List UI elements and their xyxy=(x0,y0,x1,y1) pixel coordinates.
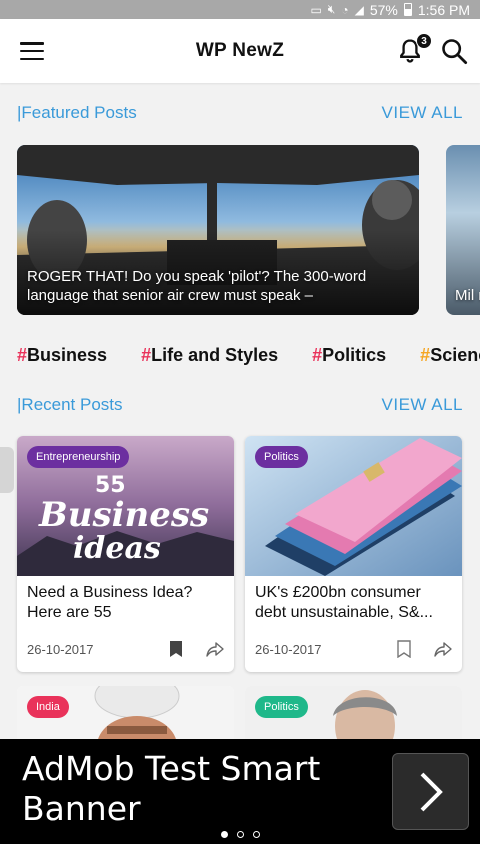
search-icon[interactable] xyxy=(440,37,468,65)
category-hash: # xyxy=(17,345,28,365)
bookmark-outline-icon[interactable] xyxy=(396,640,412,658)
featured-header: |Featured Posts VIEW ALL xyxy=(17,103,463,123)
featured-view-all-button[interactable]: VIEW ALL xyxy=(382,103,463,123)
wifi-icon: ◔ xyxy=(341,2,349,17)
post-category-tag[interactable]: India xyxy=(27,696,69,718)
post-category-tag[interactable]: Politics xyxy=(255,696,308,718)
recent-post-card[interactable]: Politics UK's £200bn consumer debt unsus… xyxy=(245,436,462,672)
app-screen: ▭ 🔇︎ ◔ ◢ 57% 1:56 PM WP NewZ 3 |Featured… xyxy=(0,0,480,844)
page-dot xyxy=(252,831,260,838)
recent-header: |Recent Posts VIEW ALL xyxy=(17,395,463,415)
category-hash: # xyxy=(312,345,323,365)
signal-icon: ◢ xyxy=(354,2,364,17)
post-actions xyxy=(396,640,452,658)
notification-badge: 3 xyxy=(416,33,432,49)
recent-view-all-button[interactable]: VIEW ALL xyxy=(382,395,463,415)
clock: 1:56 PM xyxy=(417,1,470,18)
post-date: 26-10-2017 xyxy=(255,641,322,657)
category-chips: #Business #Life and Styles #Politics #Sc… xyxy=(17,345,480,366)
category-hash: # xyxy=(141,345,152,365)
image-text-ideas: ideas xyxy=(73,531,161,566)
page-dot xyxy=(220,831,228,838)
post-footer: 26-10-2017 xyxy=(27,640,224,658)
post-category-tag[interactable]: Entrepreneurship xyxy=(27,446,130,468)
ad-text: AdMob Test Smart Banner xyxy=(22,749,321,828)
hamburger-menu-icon[interactable] xyxy=(20,42,44,60)
cast-icon: ▭ xyxy=(310,2,322,17)
ad-open-button[interactable] xyxy=(392,753,469,830)
category-politics[interactable]: #Politics xyxy=(312,345,386,366)
category-life-and-styles[interactable]: #Life and Styles xyxy=(141,345,278,366)
post-title: Need a Business Idea? Here are 55 xyxy=(27,584,193,621)
category-hash: # xyxy=(420,345,431,365)
featured-caption-next: Mil ma xyxy=(455,287,480,304)
chevron-right-icon xyxy=(420,772,443,811)
post-category-tag[interactable]: Politics xyxy=(255,446,308,468)
post-image: 55 Business ideas Entrepreneurship xyxy=(17,436,234,576)
post-title: UK's £200bn consumer debt unsustainable,… xyxy=(255,584,433,621)
notifications-button[interactable]: 3 xyxy=(396,33,432,65)
post-date: 26-10-2017 xyxy=(27,641,94,657)
recent-post-card[interactable]: 55 Business ideas Entrepreneurship Need … xyxy=(17,436,234,672)
app-actions: 3 xyxy=(396,33,468,65)
post-actions xyxy=(168,640,224,658)
featured-post-card[interactable]: ROGER THAT! Do you speak 'pilot'? The 30… xyxy=(17,145,419,315)
image-text-business: Business xyxy=(38,495,209,535)
app-bar: WP NewZ 3 xyxy=(0,19,480,83)
share-icon[interactable] xyxy=(206,641,224,657)
ad-page-indicator xyxy=(0,831,480,838)
side-drawer-handle[interactable] xyxy=(0,447,14,493)
share-icon[interactable] xyxy=(434,641,452,657)
category-label: Politics xyxy=(322,345,387,365)
featured-title: |Featured Posts xyxy=(17,103,137,122)
category-science[interactable]: #Scienc xyxy=(420,345,480,366)
status-icons: ▭ 🔇︎ ◔ ◢ xyxy=(310,2,363,17)
category-label: Business xyxy=(27,345,108,365)
bookmark-filled-icon[interactable] xyxy=(168,640,184,658)
category-label: Life and Styles xyxy=(151,345,279,365)
category-business[interactable]: #Business xyxy=(17,345,107,366)
ad-banner[interactable]: AdMob Test Smart Banner xyxy=(0,739,480,844)
category-label: Scienc xyxy=(430,345,480,365)
post-image: Politics xyxy=(245,436,462,576)
mute-icon: 🔇︎ xyxy=(327,2,336,16)
featured-caption: ROGER THAT! Do you speak 'pilot'? The 30… xyxy=(27,268,367,304)
featured-post-card-next[interactable]: Mil ma xyxy=(446,145,480,315)
post-footer: 26-10-2017 xyxy=(255,640,452,658)
recent-title: |Recent Posts xyxy=(17,395,123,414)
battery-percent: 57% xyxy=(369,1,398,18)
page-dot xyxy=(236,831,244,838)
battery-icon xyxy=(403,3,412,16)
status-bar: ▭ 🔇︎ ◔ ◢ 57% 1:56 PM xyxy=(0,0,480,19)
